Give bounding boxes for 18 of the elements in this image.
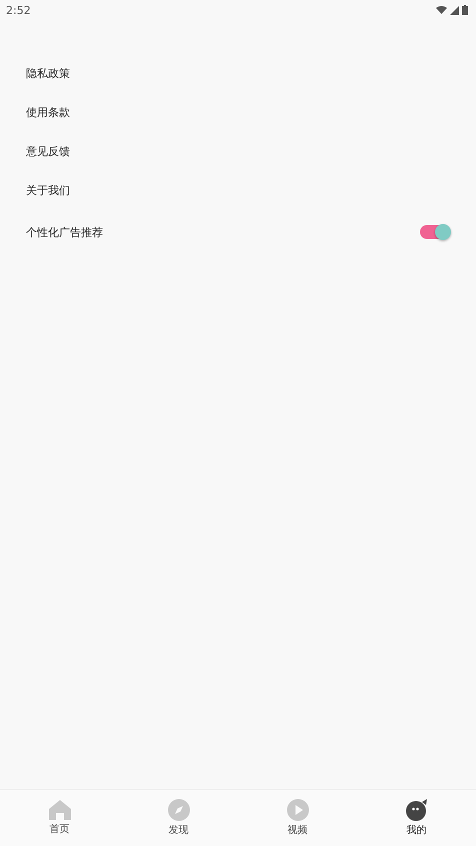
signal-icon [450,6,459,14]
nav-tab[interactable]: 我的 [357,790,476,846]
settings-link[interactable]: 意见反馈 [26,144,70,159]
settings-link[interactable]: 隐私政策 [26,66,70,81]
nav-tab[interactable]: 首页 [0,790,119,846]
battery-icon [462,5,468,15]
toggle-switch[interactable] [420,225,448,239]
settings-link[interactable]: 使用条款 [26,105,70,120]
settings-link[interactable]: 关于我们 [26,183,70,198]
compass-icon [168,799,190,821]
face-icon [404,799,428,821]
setting-label: 个性化广告推荐 [26,224,103,240]
nav-tab[interactable]: 视频 [238,790,357,846]
home-icon [48,800,70,820]
wifi-icon [436,6,447,14]
status-time: 2:52 [6,4,31,16]
play-icon [286,799,308,821]
nav-tab[interactable]: 发现 [119,790,238,846]
